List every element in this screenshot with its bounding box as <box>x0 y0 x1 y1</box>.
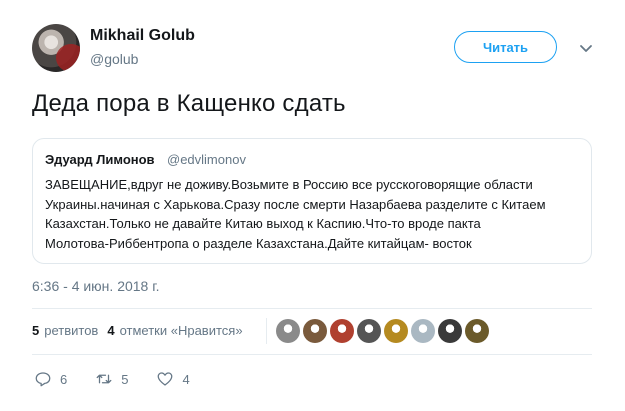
tweet-timestamp[interactable]: 6:36 - 4 июн. 2018 г. <box>32 278 160 294</box>
tweet-header: Mikhail Golub @golub Читать <box>32 24 602 76</box>
liker-avatar[interactable] <box>438 319 462 343</box>
retweets-label: ретвитов <box>44 323 99 338</box>
divider <box>266 318 267 344</box>
like-count: 4 <box>182 371 190 387</box>
quoted-text-line: Казахстан.Только не давайте Китаю выход … <box>45 216 481 231</box>
liker-avatar[interactable] <box>303 319 327 343</box>
quoted-author-handle: @edvlimonov <box>167 152 246 167</box>
reply-button[interactable]: 6 <box>34 370 67 388</box>
divider <box>32 308 592 309</box>
quoted-text-line: Молотова-Риббентропа о разделе Казахстан… <box>45 235 472 251</box>
liker-avatars <box>276 319 492 343</box>
heart-icon <box>158 372 173 386</box>
reply-count: 6 <box>60 371 68 387</box>
tweet-text: Деда пора в Кащенко сдать <box>32 90 346 117</box>
follow-button[interactable]: Читать <box>454 31 557 63</box>
likes-label: отметки «Нравится» <box>119 323 243 338</box>
liker-avatar[interactable] <box>384 319 408 343</box>
retweets-count: 5 <box>32 323 40 338</box>
liker-avatar[interactable] <box>465 319 489 343</box>
reply-icon <box>35 372 51 387</box>
quoted-tweet[interactable]: Эдуард Лимонов @edvlimonov ЗАВЕЩАНИЕ,вдр… <box>32 138 592 264</box>
liker-avatar[interactable] <box>276 319 300 343</box>
liker-avatar[interactable] <box>330 319 354 343</box>
divider <box>32 354 592 355</box>
quoted-text-line: Украины.начиная с Харькова.Сразу после с… <box>45 196 546 212</box>
likes-stat[interactable]: 4 отметки «Нравится» <box>107 323 242 338</box>
author-avatar[interactable] <box>32 24 80 72</box>
retweet-button[interactable]: 5 <box>95 370 128 388</box>
likes-count: 4 <box>107 323 115 338</box>
liker-avatar[interactable] <box>411 319 435 343</box>
retweet-count: 5 <box>121 371 129 387</box>
liker-avatar[interactable] <box>357 319 381 343</box>
like-button[interactable]: 4 <box>156 370 190 388</box>
author-handle[interactable]: @golub <box>90 51 138 67</box>
author-name[interactable]: Mikhail Golub <box>90 27 195 45</box>
retweets-stat[interactable]: 5 ретвитов <box>32 323 98 338</box>
quoted-tweet-text: ЗАВЕЩАНИЕ,вдруг не доживу.Возьмите в Рос… <box>45 175 585 253</box>
chevron-down-icon[interactable] <box>576 38 596 58</box>
tweet-stats: 5 ретвитов 4 отметки «Нравится» <box>32 323 243 338</box>
retweet-icon <box>96 374 112 384</box>
quoted-author-name: Эдуард Лимонов <box>45 152 155 167</box>
tweet-actions: 6 5 4 <box>34 370 218 388</box>
quoted-text-line: ЗАВЕЩАНИЕ,вдруг не доживу.Возьмите в Рос… <box>45 177 533 192</box>
